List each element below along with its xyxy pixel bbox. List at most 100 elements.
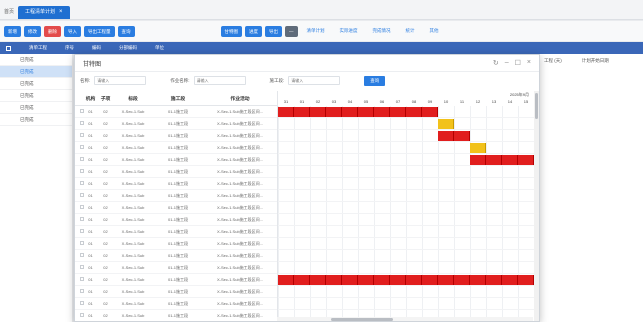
- gantt-task-bar[interactable]: [374, 107, 390, 117]
- horizontal-scroll-thumb[interactable]: [331, 318, 393, 321]
- gantt-task-bar[interactable]: [406, 275, 422, 285]
- other-link[interactable]: 其他: [424, 28, 445, 34]
- complete-link[interactable]: 完成情况: [367, 28, 397, 34]
- gantt-task-bar[interactable]: [486, 275, 502, 285]
- gantt-task-bar[interactable]: [502, 275, 518, 285]
- gantt-task-bar[interactable]: [390, 275, 406, 285]
- gantt-milestone[interactable]: [470, 143, 486, 153]
- table-row[interactable]: 01 02 X-Sec-1.Sub 01-1施工段 X-Sec-1.Sub施工段区间..…: [75, 274, 277, 286]
- table-row[interactable]: 01 02 X-Sec-1.Sub 01-1施工段 X-Sec-1.Sub施工段区间..…: [75, 310, 277, 321]
- close-icon[interactable]: ×: [527, 59, 531, 67]
- gantt-task-bar[interactable]: [358, 275, 374, 285]
- horizontal-scrollbar[interactable]: [277, 317, 533, 321]
- gantt-task-bar[interactable]: [294, 107, 310, 117]
- gantt-task-bar[interactable]: [422, 275, 438, 285]
- gantt-task-bar[interactable]: [454, 131, 470, 141]
- table-row[interactable]: 01 02 X-Sec-1.Sub 01-1施工段 X-Sec-1.Sub施工段区间..…: [75, 142, 277, 154]
- actual-link[interactable]: 实际进度: [334, 28, 364, 34]
- table-row[interactable]: 01 02 X-Sec-1.Sub 01-1施工段 X-Sec-1.Sub施工段区间..…: [75, 286, 277, 298]
- list-item[interactable]: 已完成: [0, 54, 72, 66]
- edit-button[interactable]: 修改: [24, 25, 41, 37]
- gantt-task-bar[interactable]: [310, 275, 326, 285]
- gantt-task-bar[interactable]: [294, 275, 310, 285]
- home-tab[interactable]: 首页: [4, 8, 18, 19]
- gantt-milestone[interactable]: [438, 119, 454, 129]
- header-lot[interactable]: 标段: [113, 95, 153, 102]
- list-item[interactable]: 已完成: [0, 114, 72, 126]
- stats-link[interactable]: 统计: [400, 28, 421, 34]
- gantt-task-bar[interactable]: [406, 107, 422, 117]
- table-row[interactable]: 01 02 X-Sec-1.Sub 01-1施工段 X-Sec-1.Sub施工段区间..…: [75, 190, 277, 202]
- gantt-task-bar[interactable]: [342, 107, 358, 117]
- active-tab[interactable]: 工程清单计划 ×: [18, 6, 70, 19]
- gantt-task-bar[interactable]: [502, 155, 518, 165]
- gantt-task-bar[interactable]: [518, 155, 534, 165]
- gantt-task-bar[interactable]: [278, 107, 294, 117]
- delete-button[interactable]: 删除: [44, 25, 61, 37]
- table-row[interactable]: 01 02 X-Sec-1.Sub 01-1施工段 X-Sec-1.Sub施工段区间..…: [75, 202, 277, 214]
- gantt-task-bar[interactable]: [278, 275, 294, 285]
- export-button[interactable]: 导出: [265, 25, 282, 37]
- gantt-task-bar[interactable]: [454, 275, 470, 285]
- more-button[interactable]: —: [285, 25, 298, 37]
- refresh-icon[interactable]: ↻: [493, 59, 499, 67]
- list-item[interactable]: 已完成: [0, 90, 72, 102]
- list-item[interactable]: 已完成: [0, 66, 72, 78]
- add-button[interactable]: 新增: [4, 25, 21, 37]
- duration-header[interactable]: 工程 (天): [544, 58, 562, 64]
- gantt-task-bar[interactable]: [470, 155, 486, 165]
- start-date-header[interactable]: 计划开始日期: [582, 58, 609, 64]
- minimize-icon[interactable]: –: [505, 59, 509, 67]
- gantt-task-bar[interactable]: [326, 107, 342, 117]
- gantt-task-bar[interactable]: [470, 275, 486, 285]
- gantt-task-bar[interactable]: [326, 275, 342, 285]
- activity-input[interactable]: [193, 76, 246, 85]
- close-tab-icon[interactable]: ×: [59, 6, 63, 19]
- gantt-task-bar[interactable]: [310, 107, 326, 117]
- table-row[interactable]: 01 02 X-Sec-1.Sub 01-1施工段 X-Sec-1.Sub施工段区间..…: [75, 118, 277, 130]
- gantt-task-bar[interactable]: [438, 275, 454, 285]
- query-button[interactable]: 查询: [117, 25, 135, 37]
- import-button[interactable]: 导入: [64, 25, 81, 37]
- gantt-task-bar[interactable]: [358, 107, 374, 117]
- search-button[interactable]: 查询: [364, 75, 386, 86]
- table-row[interactable]: 01 02 X-Sec-1.Sub 01-1施工段 X-Sec-1.Sub施工段区间..…: [75, 226, 277, 238]
- gantt-task-bar[interactable]: [438, 131, 454, 141]
- header-subitem[interactable]: 子项: [98, 95, 113, 102]
- grid-col-0[interactable]: 清单工程: [29, 45, 47, 51]
- progress-button[interactable]: 进度: [245, 25, 262, 37]
- grid-col-4[interactable]: 单位: [155, 45, 164, 51]
- gantt-task-bar[interactable]: [342, 275, 358, 285]
- maximize-icon[interactable]: ☐: [515, 59, 521, 67]
- table-row[interactable]: 01 02 X-Sec-1.Sub 01-1施工段 X-Sec-1.Sub施工段区间..…: [75, 214, 277, 226]
- header-section[interactable]: 施工段: [153, 95, 203, 102]
- vertical-scroll-thumb[interactable]: [535, 93, 538, 119]
- header-org[interactable]: 机构: [83, 95, 98, 102]
- grid-col-3[interactable]: 分部编码: [119, 45, 137, 51]
- name-input[interactable]: [94, 76, 147, 85]
- grid-col-1[interactable]: 序号: [65, 45, 74, 51]
- header-activity[interactable]: 作业活动: [203, 95, 277, 102]
- table-row[interactable]: 01 02 X-Sec-1.Sub 01-1施工段 X-Sec-1.Sub施工段区间..…: [75, 106, 277, 118]
- table-row[interactable]: 01 02 X-Sec-1.Sub 01-1施工段 X-Sec-1.Sub施工段区间..…: [75, 166, 277, 178]
- table-row[interactable]: 01 02 X-Sec-1.Sub 01-1施工段 X-Sec-1.Sub施工段区间..…: [75, 178, 277, 190]
- gantt-task-bar[interactable]: [390, 107, 406, 117]
- gantt-task-bar[interactable]: [422, 107, 438, 117]
- list-item[interactable]: 已完成: [0, 78, 72, 90]
- list-item[interactable]: 已完成: [0, 102, 72, 114]
- gantt-task-bar[interactable]: [374, 275, 390, 285]
- table-row[interactable]: 01 02 X-Sec-1.Sub 01-1施工段 X-Sec-1.Sub施工段区间..…: [75, 298, 277, 310]
- gantt-task-bar[interactable]: [486, 155, 502, 165]
- dialog-title-bar[interactable]: 甘特图 ↻ – ☐ ×: [75, 55, 539, 72]
- table-row[interactable]: 01 02 X-Sec-1.Sub 01-1施工段 X-Sec-1.Sub施工段区间..…: [75, 154, 277, 166]
- gantt-task-bar[interactable]: [518, 275, 534, 285]
- table-row[interactable]: 01 02 X-Sec-1.Sub 01-1施工段 X-Sec-1.Sub施工段区间..…: [75, 238, 277, 250]
- export-plan-button[interactable]: 导出工程量: [84, 25, 115, 37]
- table-row[interactable]: 01 02 X-Sec-1.Sub 01-1施工段 X-Sec-1.Sub施工段区间..…: [75, 250, 277, 262]
- table-row[interactable]: 01 02 X-Sec-1.Sub 01-1施工段 X-Sec-1.Sub施工段区间..…: [75, 262, 277, 274]
- gantt-button[interactable]: 甘特图: [220, 25, 242, 37]
- table-row[interactable]: 01 02 X-Sec-1.Sub 01-1施工段 X-Sec-1.Sub施工段区间..…: [75, 130, 277, 142]
- section-input[interactable]: [288, 76, 341, 85]
- select-all-checkbox[interactable]: [6, 45, 11, 51]
- grid-col-2[interactable]: 编码: [92, 45, 101, 51]
